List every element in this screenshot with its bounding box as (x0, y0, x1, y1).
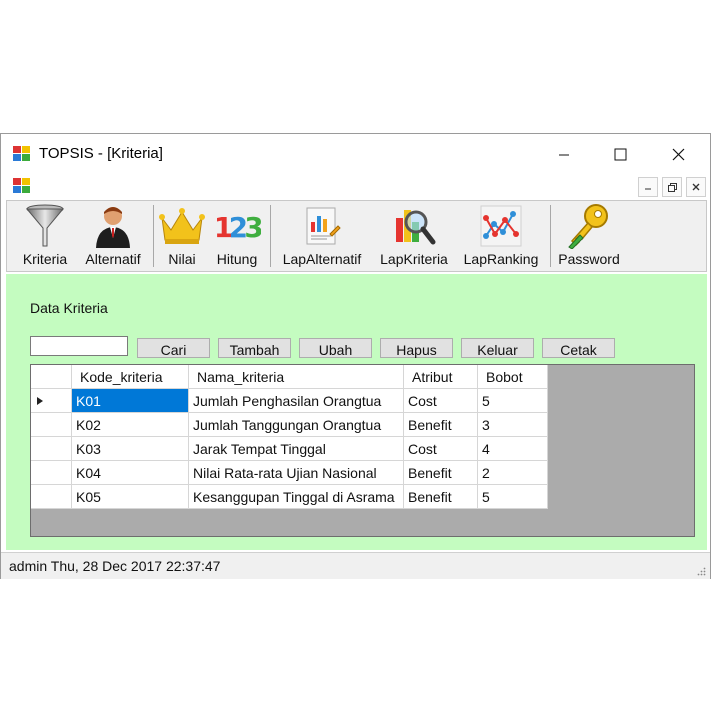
table-cell[interactable]: 3 (478, 413, 548, 437)
toolbar-nilai-button[interactable]: Nilai (157, 201, 207, 271)
toolbar-label: Kriteria (22, 251, 68, 267)
column-header[interactable]: Bobot (478, 365, 548, 389)
table-cell[interactable]: K01 (72, 389, 189, 413)
toolbar-separator (270, 205, 271, 267)
magnifier-icon (396, 210, 436, 245)
kriteria-data-grid[interactable]: Kode_kriteria Nama_kriteria Atribut Bobo… (30, 364, 695, 537)
toolbar-lapkriteria-button[interactable]: LapKriteria (375, 201, 453, 271)
table-cell[interactable]: Jarak Tempat Tinggal (189, 437, 404, 461)
title-bar[interactable]: TOPSIS - [Kriteria] (1, 134, 710, 174)
minimize-button[interactable] (535, 134, 593, 174)
maximize-icon (614, 148, 626, 160)
table-cell[interactable]: K03 (72, 437, 189, 461)
table-cell[interactable]: Benefit (404, 461, 478, 485)
column-header[interactable]: Nama_kriteria (189, 365, 404, 389)
window-title: TOPSIS - [Kriteria] (39, 145, 163, 162)
row-header[interactable] (31, 413, 72, 437)
close-icon (672, 148, 684, 160)
table-cell[interactable]: K05 (72, 485, 189, 509)
table-cell[interactable]: Cost (404, 389, 478, 413)
table-cell[interactable]: K02 (72, 413, 189, 437)
row-header[interactable] (31, 461, 72, 485)
table-cell[interactable]: 5 (478, 389, 548, 413)
status-bar: admin Thu, 28 Dec 2017 22:37:47 (1, 552, 710, 579)
mdi-close-button[interactable] (686, 177, 706, 197)
person-icon (96, 207, 130, 248)
close-button[interactable] (649, 134, 707, 174)
toolbar-label: Alternatif (85, 251, 141, 267)
crown-icon (159, 208, 205, 244)
mdi-child-icon[interactable] (13, 178, 31, 194)
app-icon (13, 146, 31, 162)
table-cell[interactable]: Jumlah Penghasilan Orangtua (189, 389, 404, 413)
table-cell[interactable]: 2 (478, 461, 548, 485)
toolbar-separator (153, 205, 154, 267)
network-chart-icon (480, 205, 522, 247)
current-row-arrow-icon (37, 397, 43, 405)
table-cell[interactable]: Jumlah Tanggungan Orangtua (189, 413, 404, 437)
restore-icon (667, 182, 677, 192)
table-cell[interactable]: 4 (478, 437, 548, 461)
toolbar-lapalternatif-button[interactable]: LapAlternatif (275, 201, 369, 271)
ubah-button[interactable]: Ubah (299, 338, 372, 358)
kriteria-form: Data Kriteria Cari Tambah Ubah Hapus Kel… (6, 274, 707, 550)
cetak-button[interactable]: Cetak (542, 338, 615, 358)
table-cell[interactable]: Benefit (404, 413, 478, 437)
maximize-button[interactable] (591, 134, 649, 174)
status-text: admin Thu, 28 Dec 2017 22:37:47 (9, 558, 221, 574)
mdi-menu-bar (1, 174, 710, 198)
toolbar-label: Nilai (168, 251, 196, 267)
toolbar-label: LapRanking (463, 251, 539, 267)
toolbar-label: Hitung (216, 251, 258, 267)
grid-corner-cell[interactable] (31, 365, 72, 389)
row-header[interactable] (31, 485, 72, 509)
row-header[interactable] (31, 389, 72, 413)
search-input[interactable] (30, 336, 128, 356)
row-header[interactable] (31, 437, 72, 461)
svg-text:3: 3 (244, 211, 261, 244)
toolbar-password-button[interactable]: Password (555, 201, 623, 271)
main-window: TOPSIS - [Kriteria] Kriteria Alternatif … (0, 133, 711, 579)
minimize-icon (559, 154, 569, 156)
table-cell[interactable]: K04 (72, 461, 189, 485)
mdi-minimize-button[interactable] (638, 177, 658, 197)
table-cell[interactable]: Cost (404, 437, 478, 461)
table-cell[interactable]: 5 (478, 485, 548, 509)
funnel-icon (25, 204, 65, 247)
table-cell[interactable]: Benefit (404, 485, 478, 509)
toolbar-separator (550, 205, 551, 267)
column-header[interactable]: Kode_kriteria (72, 365, 189, 389)
close-icon (692, 183, 700, 191)
resize-grip-icon[interactable] (696, 566, 706, 576)
hapus-button[interactable]: Hapus (380, 338, 453, 358)
page-title: Data Kriteria (30, 300, 108, 316)
mdi-restore-button[interactable] (662, 177, 682, 197)
tambah-button[interactable]: Tambah (218, 338, 291, 358)
toolbar-label: Password (558, 251, 620, 267)
table-cell[interactable]: Nilai Rata-rata Ujian Nasional (189, 461, 404, 485)
toolbar-hitung-button[interactable]: 1 2 3 Hitung (209, 201, 265, 271)
report-chart-icon (306, 207, 341, 245)
key-icon (568, 204, 608, 249)
toolbar-label: LapAlternatif (282, 251, 362, 267)
table-cell[interactable]: Kesanggupan Tinggal di Asrama (189, 485, 404, 509)
numbers-123-icon: 1 2 3 (214, 211, 261, 244)
toolbar-label: LapKriteria (380, 251, 448, 267)
keluar-button[interactable]: Keluar (461, 338, 534, 358)
minimize-icon (645, 188, 651, 190)
toolbar: Kriteria Alternatif Nilai 1 2 Hitung Lap… (6, 200, 707, 272)
toolbar-kriteria-button[interactable]: Kriteria (17, 201, 73, 271)
toolbar-alternatif-button[interactable]: Alternatif (79, 201, 147, 271)
column-header[interactable]: Atribut (404, 365, 478, 389)
toolbar-lapranking-button[interactable]: LapRanking (459, 201, 543, 271)
cari-button[interactable]: Cari (137, 338, 210, 358)
